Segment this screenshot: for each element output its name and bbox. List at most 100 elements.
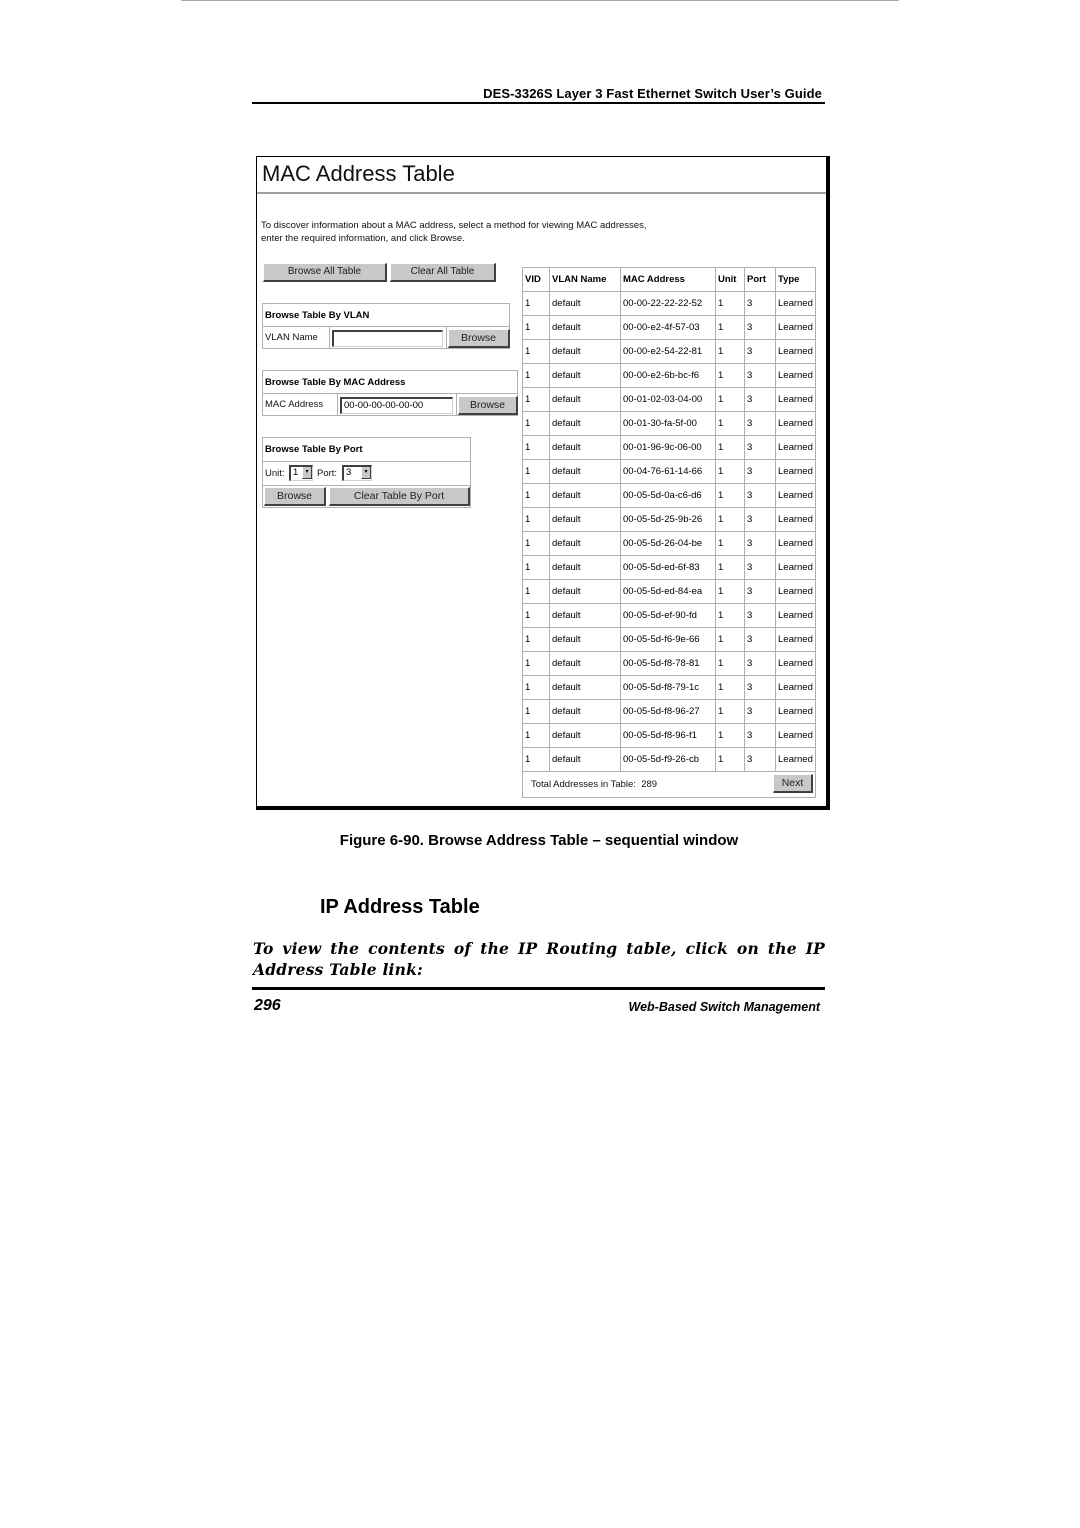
section-heading: IP Address Table [320, 896, 480, 918]
cell-port: 3 [744, 459, 776, 484]
cell-vid: 1 [522, 699, 550, 724]
table-body: 1 default 00-00-22-22-22-52 1 3 Learned 1 defau… [522, 291, 816, 772]
table-row: 1 default 00-05-5d-f8-78-81 1 3 Learned [522, 651, 816, 676]
table-footer: Total Addresses in Table: 289 Next [522, 771, 816, 798]
cell-vlan-name: default [549, 387, 621, 412]
cell-mac-address: 00-05-5d-f8-79-1c [620, 675, 716, 700]
cell-vid: 1 [522, 387, 550, 412]
table-row: 1 default 00-01-02-03-04-00 1 3 Learned [522, 387, 816, 412]
cell-port: 3 [744, 339, 776, 364]
cell-type: Learned [775, 507, 816, 532]
browse-by-mac-panel: Browse Table By MAC Address MAC Address … [262, 370, 518, 416]
cell-port: 3 [744, 435, 776, 460]
cell-type: Learned [775, 291, 816, 316]
cell-type: Learned [775, 459, 816, 484]
chevron-down-icon[interactable]: ▾ [302, 467, 312, 479]
cell-port: 3 [744, 603, 776, 628]
cell-vlan-name: default [549, 723, 621, 748]
figure-caption-text: Figure 6-90. Browse Address Table – sequ… [339, 832, 739, 849]
cell-mac-address: 00-05-5d-f8-96-27 [620, 699, 716, 724]
mac-address-table: VID VLAN Name MAC Address Unit Port Type… [522, 267, 816, 798]
table-row: 1 default 00-05-5d-f8-96-f1 1 3 Learned [522, 723, 816, 748]
browse-all-table-button[interactable]: Browse All Table [263, 263, 387, 282]
clear-table-by-port-button[interactable]: Clear Table By Port [329, 487, 470, 506]
table-row: 1 default 00-00-e2-6b-bc-f6 1 3 Learned [522, 363, 816, 388]
cell-mac-address: 00-05-5d-ed-6f-83 [620, 555, 716, 580]
table-row: 1 default 00-05-5d-25-9b-26 1 3 Learned [522, 507, 816, 532]
mac-address-label: MAC Address [265, 399, 324, 410]
cell-vid: 1 [522, 315, 550, 340]
browse-by-vlan-button[interactable]: Browse [448, 329, 510, 348]
port-select[interactable]: 3 ▾ [342, 465, 372, 481]
cell-unit: 1 [715, 315, 745, 340]
browse-by-mac-button[interactable]: Browse [458, 396, 518, 415]
mac-address-input[interactable]: 00-00-00-00-00-00 [340, 397, 453, 414]
chevron-down-icon[interactable]: ▾ [361, 467, 371, 479]
running-footer: Web-Based Switch Management [628, 1000, 820, 1014]
cell-unit: 1 [715, 747, 745, 772]
vlan-name-label: VLAN Name [265, 332, 318, 343]
port-label: Port: [317, 468, 338, 479]
cell-vlan-name: default [549, 579, 621, 604]
cell-vlan-name: default [549, 291, 621, 316]
total-addresses: Total Addresses in Table: 289 [531, 779, 657, 790]
body-paragraph: To view the contents of the IP Routing t… [253, 939, 825, 979]
cell-type: Learned [775, 315, 816, 340]
cell-port: 3 [744, 651, 776, 676]
table-row: 1 default 00-05-5d-f8-96-27 1 3 Learned [522, 699, 816, 724]
cell-unit: 1 [715, 339, 745, 364]
column-header-vid: VID [522, 267, 550, 292]
screen-title: MAC Address Table [262, 161, 455, 186]
cell-unit: 1 [715, 555, 745, 580]
cell-unit: 1 [715, 387, 745, 412]
cell-mac-address: 00-05-5d-ed-84-ea [620, 579, 716, 604]
cell-mac-address: 00-05-5d-f8-78-81 [620, 651, 716, 676]
cell-port: 3 [744, 675, 776, 700]
page-number: 296 [254, 997, 281, 1014]
cell-vlan-name: default [549, 483, 621, 508]
table-row: 1 default 00-00-e2-54-22-81 1 3 Learned [522, 339, 816, 364]
column-header-unit: Unit [715, 267, 745, 292]
cell-type: Learned [775, 699, 816, 724]
unit-select[interactable]: 1 ▾ [289, 465, 313, 481]
table-row: 1 default 00-01-96-9c-06-00 1 3 Learned [522, 435, 816, 460]
header-rule [252, 102, 825, 104]
total-addresses-value: 289 [641, 779, 658, 790]
cell-type: Learned [775, 747, 816, 772]
clear-all-table-button[interactable]: Clear All Table [390, 263, 496, 282]
cell-mac-address: 00-04-76-61-14-66 [620, 459, 716, 484]
cell-vid: 1 [522, 459, 550, 484]
cell-unit: 1 [715, 579, 745, 604]
column-header-port: Port [744, 267, 776, 292]
cell-mac-address: 00-00-e2-6b-bc-f6 [620, 363, 716, 388]
cell-mac-address: 00-01-30-fa-5f-00 [620, 411, 716, 436]
cell-unit: 1 [715, 699, 745, 724]
running-header: DES-3326S Layer 3 Fast Ethernet Switch U… [483, 86, 822, 101]
browse-by-port-button[interactable]: Browse [264, 487, 326, 506]
cell-unit: 1 [715, 507, 745, 532]
cell-type: Learned [775, 363, 816, 388]
cell-port: 3 [744, 363, 776, 388]
cell-vlan-name: default [549, 627, 621, 652]
table-row: 1 default 00-05-5d-ed-6f-83 1 3 Learned [522, 555, 816, 580]
cell-mac-address: 00-00-e2-54-22-81 [620, 339, 716, 364]
next-page-button[interactable]: Next [773, 774, 813, 793]
cell-vid: 1 [522, 603, 550, 628]
cell-mac-address: 00-05-5d-f6-9e-66 [620, 627, 716, 652]
cell-vid: 1 [522, 627, 550, 652]
column-header-type: Type [775, 267, 816, 292]
screenshot-frame: MAC Address Table To discover informatio… [256, 156, 830, 810]
cell-vlan-name: default [549, 747, 621, 772]
cell-type: Learned [775, 555, 816, 580]
vlan-name-input[interactable] [332, 330, 443, 347]
unit-label: Unit: [265, 468, 285, 479]
cell-vid: 1 [522, 339, 550, 364]
cell-mac-address: 00-00-22-22-22-52 [620, 291, 716, 316]
cell-type: Learned [775, 531, 816, 556]
cell-unit: 1 [715, 435, 745, 460]
table-row: 1 default 00-05-5d-f6-9e-66 1 3 Learned [522, 627, 816, 652]
cell-type: Learned [775, 627, 816, 652]
cell-port: 3 [744, 627, 776, 652]
cell-type: Learned [775, 651, 816, 676]
row-divider [263, 485, 470, 486]
